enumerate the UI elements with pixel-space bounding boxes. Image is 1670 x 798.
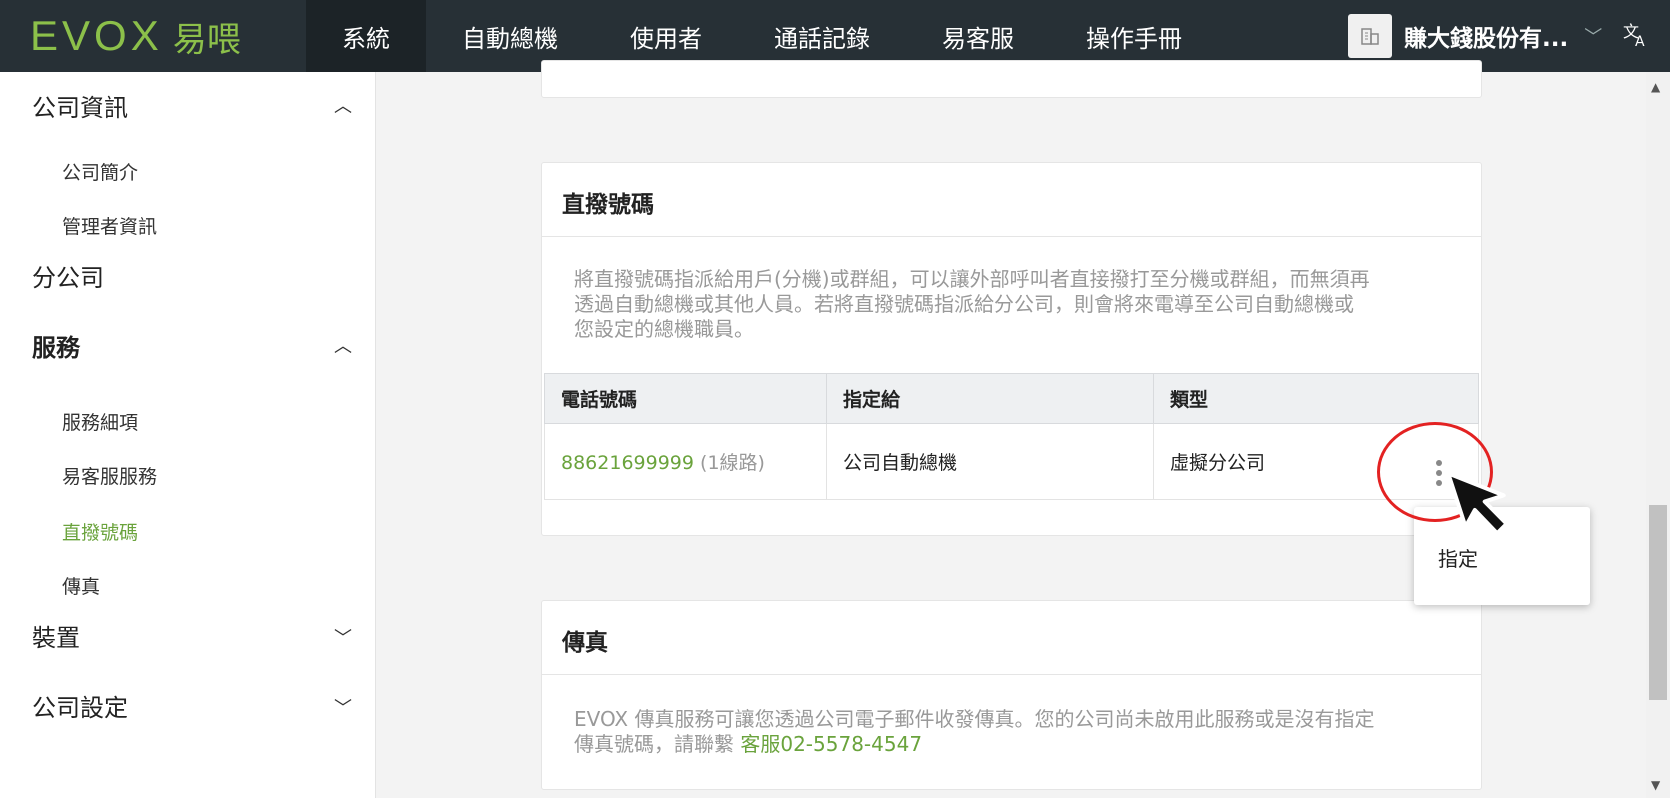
sidebar-group-company-settings[interactable]: 公司設定 (32, 688, 128, 723)
sidebar: 公司資訊 ︿ 公司簡介 管理者資訊 分公司 服務 ︿ 服務細項 易客服服務 直撥… (0, 72, 376, 798)
scroll-down-arrow-icon[interactable]: ▼ (1651, 778, 1660, 792)
logo-mark: EVOX (30, 12, 163, 59)
chevron-up-icon[interactable]: ︿ (334, 332, 352, 358)
sidebar-group-company-info[interactable]: 公司資訊 (32, 88, 128, 123)
card-description: EVOX 傳真服務可讓您透過公司電子郵件收發傳真。您的公司尚未啟用此服務或是沒有… (574, 707, 1454, 757)
logo-chinese: 易喂 (172, 19, 241, 60)
sidebar-item-company-profile[interactable]: 公司簡介 (62, 158, 138, 185)
divider (542, 674, 1481, 675)
card-title: 傳真 (562, 630, 608, 656)
mouse-pointer-icon (1446, 471, 1509, 536)
sidebar-group-branch[interactable]: 分公司 (32, 258, 104, 293)
column-header-type[interactable]: 類型 (1153, 373, 1479, 424)
building-icon (1348, 14, 1392, 58)
chevron-up-icon[interactable]: ︿ (334, 92, 352, 118)
card-description: 將直撥號碼指派給用戶(分機)或群組，可以讓外部呼叫者直接撥打至分機或群組，而無須… (574, 267, 1454, 342)
phone-cell: 88621699999 (1線路) (544, 423, 827, 500)
direct-numbers-table: 電話號碼 指定給 類型 88621699999 (1線路) 公司自動總機 虛擬分… (544, 373, 1479, 500)
column-header-phone[interactable]: 電話號碼 (544, 373, 827, 424)
card-title: 直撥號碼 (562, 192, 654, 218)
table-header-row: 電話號碼 指定給 類型 (544, 373, 1479, 424)
description-line: 傳真號碼，請聯繫 客服02-5578-4547 (574, 732, 1454, 757)
sidebar-item-fax[interactable]: 傳真 (62, 572, 100, 599)
chevron-down-icon[interactable]: ﹀ (334, 694, 352, 720)
sidebar-group-services[interactable]: 服務 (32, 328, 80, 363)
scroll-up-arrow-icon[interactable]: ▲ (1651, 80, 1660, 94)
translate-icon[interactable]: 文A (1622, 20, 1650, 55)
description-line: 您設定的總機職員。 (574, 317, 754, 341)
assigned-to-cell: 公司自動總機 (826, 423, 1154, 500)
company-switcher[interactable]: 賺大錢股份有... ﹀ (1348, 14, 1602, 58)
description-line: EVOX 傳真服務可讓您透過公司電子郵件收發傳真。您的公司尚未啟用此服務或是沒有… (574, 707, 1375, 731)
description-line: 透過自動總機或其他人員。若將直撥號碼指派給分公司，則會將來電導至公司自動總機或 (574, 292, 1354, 316)
svg-text:A: A (1635, 34, 1645, 48)
sidebar-item-helpdesk-service[interactable]: 易客服服務 (62, 462, 157, 489)
chevron-down-icon: ﹀ (1584, 27, 1603, 48)
chevron-down-icon[interactable]: ﹀ (334, 624, 352, 650)
company-name: 賺大錢股份有... (1404, 26, 1569, 52)
column-header-assigned-to[interactable]: 指定給 (826, 373, 1154, 424)
line-count: (1線路) (700, 452, 765, 474)
direct-numbers-card: 直撥號碼 將直撥號碼指派給用戶(分機)或群組，可以讓外部呼叫者直接撥打至分機或群… (541, 162, 1482, 536)
description-text: 傳真號碼，請聯繫 (574, 732, 741, 756)
nav-system[interactable]: 系統 (306, 0, 426, 72)
evox-logo[interactable]: EVOX 易喂 (0, 0, 306, 72)
sidebar-item-admin-info[interactable]: 管理者資訊 (62, 212, 157, 239)
sidebar-item-service-items[interactable]: 服務細項 (62, 408, 138, 435)
table-row: 88621699999 (1線路) 公司自動總機 虛擬分公司 (544, 423, 1479, 500)
phone-number[interactable]: 88621699999 (561, 452, 694, 474)
previous-card (541, 60, 1482, 98)
scrollbar-thumb[interactable] (1649, 505, 1667, 700)
fax-card: 傳真 EVOX 傳真服務可讓您透過公司電子郵件收發傳真。您的公司尚未啟用此服務或… (541, 600, 1482, 790)
description-line: 將直撥號碼指派給用戶(分機)或群組，可以讓外部呼叫者直接撥打至分機或群組，而無須… (574, 267, 1370, 291)
support-phone-link[interactable]: 客服02-5578-4547 (740, 732, 922, 756)
divider (542, 236, 1481, 237)
sidebar-group-devices[interactable]: 裝置 (32, 618, 80, 653)
sidebar-item-direct-numbers[interactable]: 直撥號碼 (62, 518, 138, 545)
